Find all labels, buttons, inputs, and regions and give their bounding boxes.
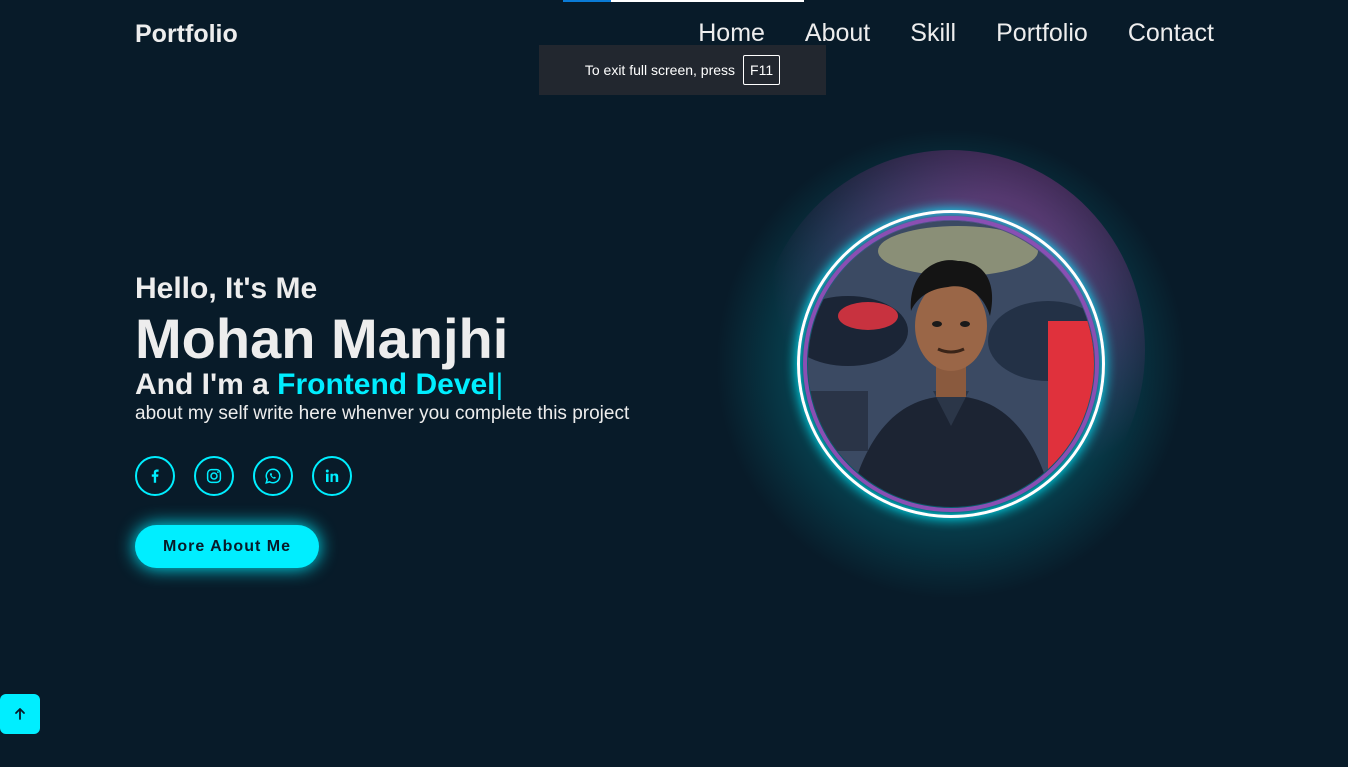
hero-text: Hello, It's Me Mohan Manjhi And I'm a Fr…	[135, 272, 735, 426]
nav-about[interactable]: About	[805, 19, 870, 48]
nav-contact[interactable]: Contact	[1128, 19, 1214, 48]
nav-home[interactable]: Home	[698, 19, 765, 48]
whatsapp-icon	[265, 468, 281, 484]
arrow-up-icon	[15, 708, 25, 720]
more-about-me-button[interactable]: More About Me	[135, 525, 319, 568]
nav-portfolio[interactable]: Portfolio	[996, 19, 1088, 48]
instagram-link[interactable]	[194, 456, 234, 496]
portfolio-page: Portfolio Home About Skill Portfolio Con…	[0, 0, 1348, 767]
typing-caret: |	[495, 368, 504, 401]
profile-photo	[808, 221, 1094, 507]
linkedin-link[interactable]	[312, 456, 352, 496]
hero-role: And I'm a Frontend Devel|	[135, 368, 735, 402]
social-links	[135, 456, 352, 496]
nav-skill[interactable]: Skill	[910, 19, 956, 48]
fullscreen-toast: To exit full screen, press F11	[539, 45, 826, 95]
hero-description: about my self write here whenver you com…	[135, 403, 630, 424]
back-to-top-button[interactable]	[0, 694, 40, 734]
fullscreen-toast-text: To exit full screen, press	[584, 62, 736, 78]
hero-role-prefix: And I'm a	[135, 368, 278, 401]
site-logo[interactable]: Portfolio	[135, 20, 238, 49]
facebook-icon	[151, 469, 159, 483]
facebook-link[interactable]	[135, 456, 175, 496]
linkedin-icon	[325, 469, 339, 482]
hero-role-typed: Frontend Devel	[277, 368, 496, 401]
profile-avatar	[707, 120, 1195, 608]
hero-name: Mohan Manjhi	[135, 307, 509, 370]
whatsapp-link[interactable]	[253, 456, 293, 496]
main-nav: Home About Skill Portfolio Contact	[698, 19, 1214, 48]
fullscreen-toast-key: F11	[743, 55, 781, 85]
instagram-icon	[206, 468, 222, 484]
hero-greeting: Hello, It's Me	[135, 272, 318, 305]
profile-photo-illustration	[808, 221, 1094, 507]
